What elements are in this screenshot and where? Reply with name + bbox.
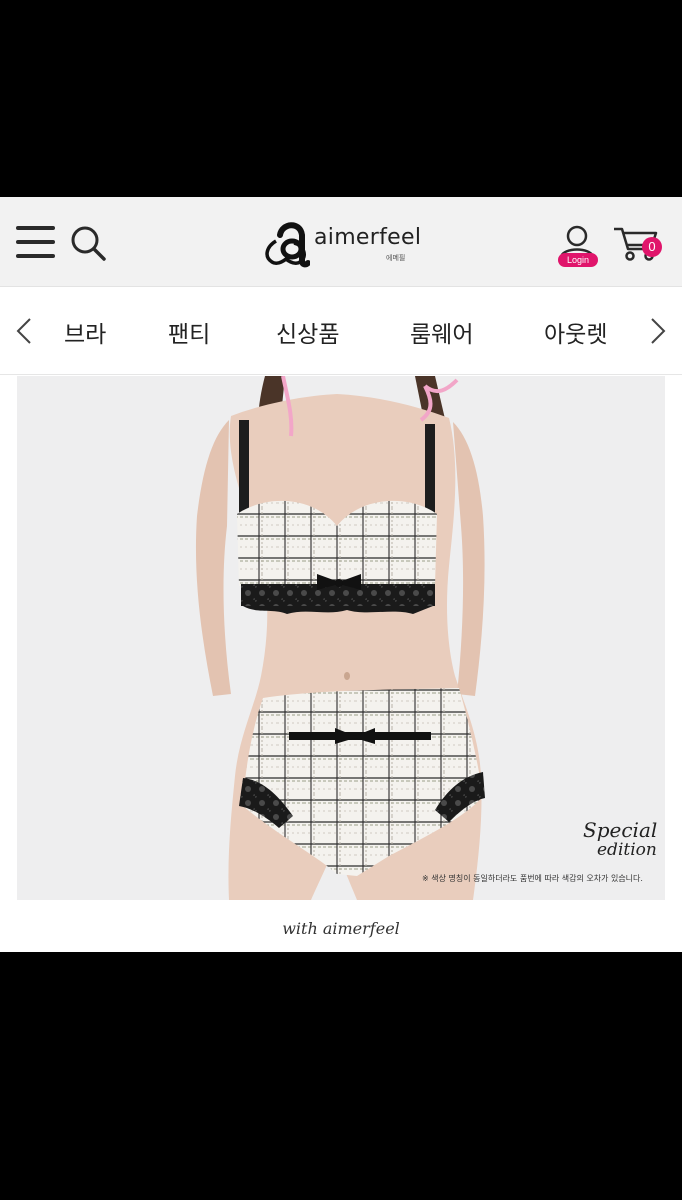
search-icon[interactable] — [68, 223, 110, 263]
special-edition-text: Special edition — [583, 818, 657, 860]
app-screen: aimerfeel 에메필 Login 0 브라 팬티 신상품 룸웨어 아웃렛 … — [0, 197, 682, 952]
cart-count-badge: 0 — [642, 237, 662, 257]
chevron-right-icon[interactable] — [648, 317, 668, 345]
with-aimerfeel-caption: with aimerfeel — [282, 919, 400, 938]
brand-logo[interactable]: aimerfeel 에메필 — [262, 217, 432, 269]
brand-sub: 에메필 — [386, 254, 406, 262]
edition-line-2: edition — [597, 840, 657, 860]
edition-line-1: Special — [583, 818, 658, 842]
product-image[interactable]: Special edition ※ 색상 명칭이 동일하더라도 품번에 따라 색… — [17, 376, 665, 900]
nav-item-bra[interactable]: 브라 — [64, 315, 106, 349]
menu-icon[interactable] — [16, 224, 55, 260]
category-nav: 브라 팬티 신상품 룸웨어 아웃렛 — [0, 287, 682, 375]
brand-name: aimerfeel — [314, 225, 422, 250]
top-header: aimerfeel 에메필 Login 0 — [0, 197, 682, 287]
model-illustration — [17, 376, 665, 900]
nav-item-new[interactable]: 신상품 — [276, 315, 339, 349]
nav-item-outlet[interactable]: 아웃렛 — [544, 315, 607, 349]
chevron-left-icon[interactable] — [14, 317, 34, 345]
login-badge[interactable]: Login — [558, 253, 598, 267]
logo-mark-icon — [265, 222, 310, 268]
nav-item-panty[interactable]: 팬티 — [168, 315, 210, 349]
nav-item-roomwear[interactable]: 룸웨어 — [410, 315, 473, 349]
color-disclaimer: ※ 색상 명칭이 동일하더라도 품번에 따라 색감의 오차가 있습니다. — [422, 874, 643, 883]
